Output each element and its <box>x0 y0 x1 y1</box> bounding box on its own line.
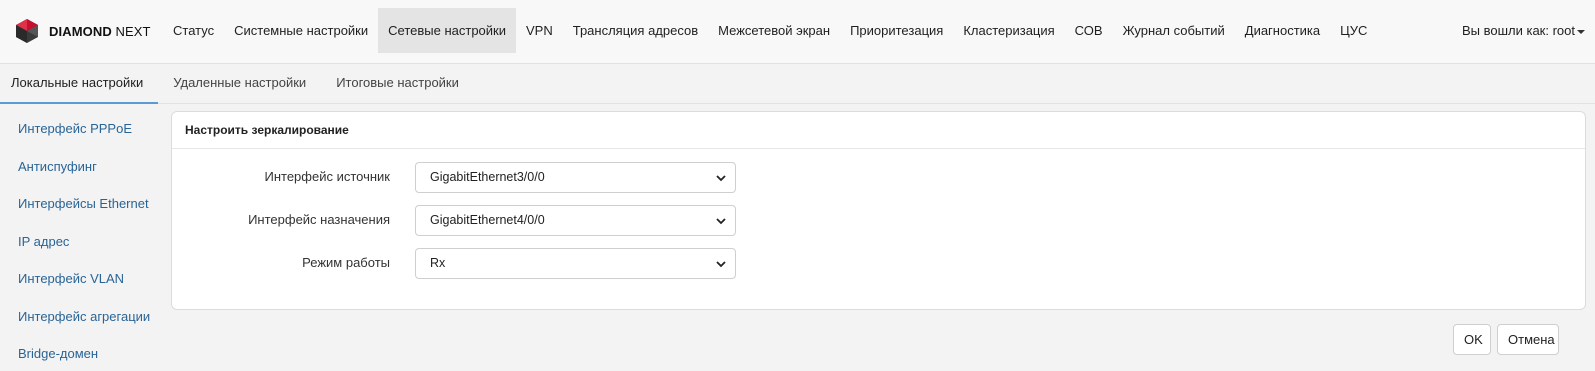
user-label: Вы вошли как: root <box>1461 23 1575 38</box>
form-row-source: Интерфейс источник GigabitEthernet3/0/0 <box>172 162 1585 194</box>
panel-title: Настроить зеркалирование <box>172 112 1585 149</box>
nav-item-ids[interactable]: СОВ <box>1065 8 1113 53</box>
caret-down-icon <box>1577 29 1585 34</box>
chevron-down-icon <box>716 175 726 182</box>
user-menu[interactable]: Вы вошли как: root <box>1462 8 1585 53</box>
destination-interface-label: Интерфейс назначения <box>248 212 390 227</box>
top-navbar: DIAMOND NEXT Статус Системные настройки … <box>0 0 1595 64</box>
nav-item-nat[interactable]: Трансляция адресов <box>563 8 708 53</box>
nav-item-qos[interactable]: Приоритезация <box>840 8 953 53</box>
brand-name: DIAMOND NEXT <box>49 24 151 39</box>
tab-local-settings[interactable]: Локальные настройки <box>0 64 159 104</box>
mode-select[interactable]: Rx <box>415 248 736 279</box>
sub-tabs: Локальные настройки Удаленные настройки … <box>0 64 1595 104</box>
sidebar-item-bridge-domain[interactable]: Bridge-домен <box>0 335 160 371</box>
nav-item-system-settings[interactable]: Системные настройки <box>224 8 378 53</box>
nav-item-firewall[interactable]: Межсетевой экран <box>708 8 840 53</box>
nav-item-cus[interactable]: ЦУС <box>1330 8 1377 53</box>
cancel-button[interactable]: Отмена <box>1497 324 1559 355</box>
chevron-down-icon <box>716 218 726 225</box>
sidebar-item-antispoofing[interactable]: Антиспуфинг <box>0 148 160 186</box>
diamond-logo-icon <box>16 19 38 43</box>
destination-interface-value: GigabitEthernet4/0/0 <box>430 213 545 227</box>
mode-label: Режим работы <box>302 255 390 270</box>
nav-item-event-log[interactable]: Журнал событий <box>1113 8 1235 53</box>
source-interface-value: GigabitEthernet3/0/0 <box>430 170 545 184</box>
tab-remote-settings[interactable]: Удаленные настройки <box>158 64 321 104</box>
source-interface-label: Интерфейс источник <box>264 169 390 184</box>
sidebar-item-pppoe[interactable]: Интерфейс PPPoE <box>0 110 160 148</box>
nav-item-network-settings[interactable]: Сетевые настройки <box>378 8 516 53</box>
sidebar-item-aggregation[interactable]: Интерфейс агрегации <box>0 298 160 336</box>
form-row-destination: Интерфейс назначения GigabitEthernet4/0/… <box>172 205 1585 237</box>
brand-name-rest: NEXT <box>115 23 151 39</box>
nav-item-vpn[interactable]: VPN <box>516 8 563 53</box>
brand-logo[interactable]: DIAMOND NEXT <box>14 17 151 45</box>
nav-item-diagnostics[interactable]: Диагностика <box>1235 8 1330 53</box>
sidebar-item-ip-address[interactable]: IP адрес <box>0 223 160 261</box>
sidebar-item-ethernet[interactable]: Интерфейсы Ethernet <box>0 185 160 223</box>
sidebar-item-vlan[interactable]: Интерфейс VLAN <box>0 260 160 298</box>
ok-button[interactable]: OK <box>1453 324 1491 355</box>
nav-item-status[interactable]: Статус <box>163 8 224 53</box>
nav-item-clustering[interactable]: Кластеризация <box>953 8 1064 53</box>
form-row-mode: Режим работы Rx <box>172 248 1585 280</box>
destination-interface-select[interactable]: GigabitEthernet4/0/0 <box>415 205 736 236</box>
chevron-down-icon <box>716 261 726 268</box>
mode-value: Rx <box>430 256 446 270</box>
main-menu: Статус Системные настройки Сетевые настр… <box>163 8 1377 53</box>
brand-name-bold: DIAMOND <box>49 23 112 39</box>
source-interface-select[interactable]: GigabitEthernet3/0/0 <box>415 162 736 193</box>
sidebar: Интерфейс PPPoE Антиспуфинг Интерфейсы E… <box>0 110 160 371</box>
tab-summary-settings[interactable]: Итоговые настройки <box>321 64 474 104</box>
mirroring-panel: Настроить зеркалирование Интерфейс источ… <box>171 111 1586 310</box>
